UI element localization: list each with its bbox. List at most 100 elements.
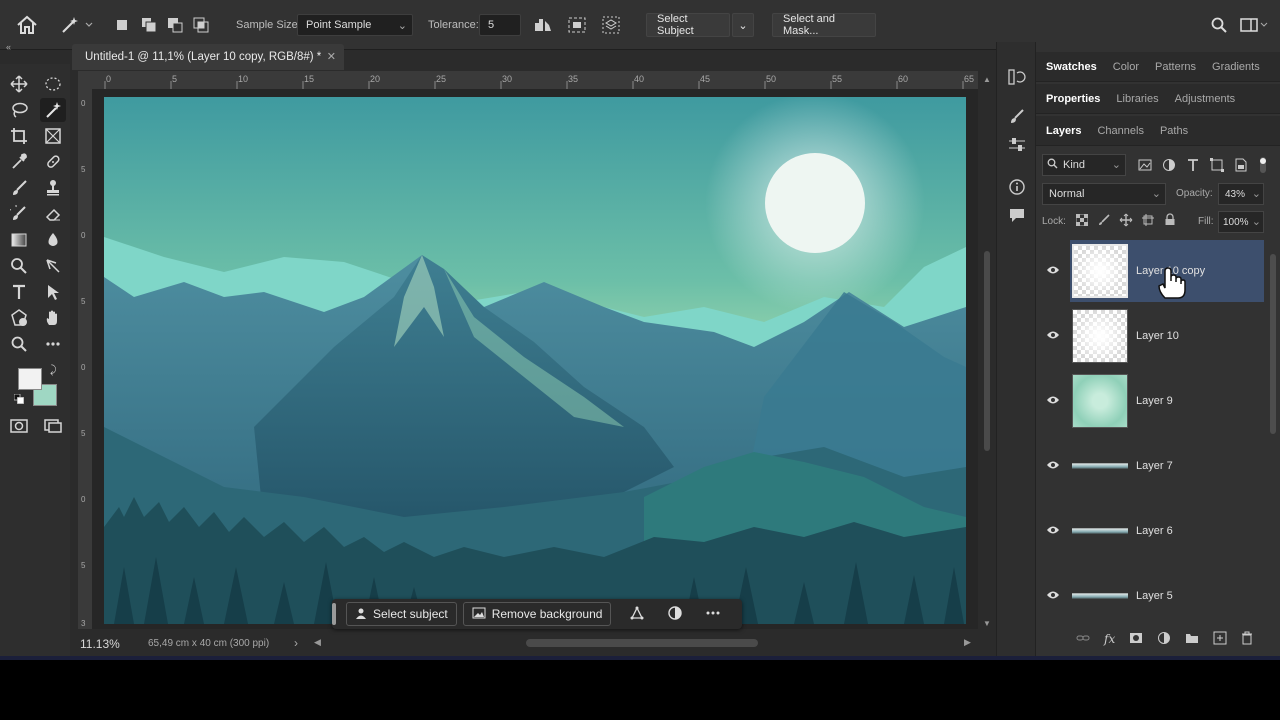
- eraser-tool-icon[interactable]: [40, 202, 66, 226]
- foreground-color-swatch[interactable]: [18, 368, 42, 390]
- adjustment-icon[interactable]: [667, 605, 683, 624]
- mountain-landscape-artwork[interactable]: [104, 97, 966, 624]
- layer-row-layer-10[interactable]: Layer 10: [1070, 305, 1264, 367]
- tab-gradients[interactable]: Gradients: [1212, 61, 1260, 73]
- layers-scroll-thumb[interactable]: [1270, 254, 1276, 434]
- search-icon[interactable]: [1210, 13, 1228, 37]
- layer-row-layer-6[interactable]: Layer 6: [1070, 500, 1264, 562]
- home-icon[interactable]: [16, 13, 38, 37]
- tab-adjustments[interactable]: Adjustments: [1175, 93, 1236, 105]
- intersect-selection-icon[interactable]: [192, 13, 210, 37]
- zoom-tool-icon[interactable]: [6, 332, 32, 356]
- spot-healing-brush-icon[interactable]: [40, 150, 66, 174]
- tab-properties[interactable]: Properties: [1046, 93, 1100, 105]
- history-brush-icon[interactable]: [6, 202, 32, 226]
- canvas-area[interactable]: [92, 89, 978, 629]
- hand-tool-icon[interactable]: [40, 306, 66, 330]
- new-selection-icon[interactable]: [114, 13, 130, 37]
- filter-smart-object-icon[interactable]: [1234, 158, 1248, 175]
- dodge-tool-icon[interactable]: [6, 254, 32, 278]
- link-layers-icon[interactable]: [1076, 632, 1090, 647]
- new-group-icon[interactable]: [1185, 632, 1199, 647]
- new-layer-icon[interactable]: [1213, 631, 1227, 648]
- magic-wand-tool-preset-icon[interactable]: [60, 13, 94, 37]
- layer-row-layer-7[interactable]: Layer 7: [1070, 435, 1264, 497]
- lock-all-icon[interactable]: [1164, 213, 1176, 229]
- path-selection-icon[interactable]: [40, 280, 66, 304]
- blur-tool-icon[interactable]: [40, 228, 66, 252]
- layer-row-layer-9[interactable]: Layer 9: [1070, 370, 1264, 432]
- new-adjustment-layer-icon[interactable]: [1157, 631, 1171, 648]
- scroll-down-icon[interactable]: ▼: [983, 619, 991, 628]
- filter-adjustment-icon[interactable]: [1162, 158, 1176, 175]
- blend-mode-dropdown[interactable]: Normal ⌄: [1042, 183, 1166, 205]
- pen-tool-icon[interactable]: [40, 254, 66, 278]
- remove-background-button[interactable]: Remove background: [462, 602, 612, 626]
- anti-alias-icon[interactable]: [533, 13, 553, 37]
- document-tab[interactable]: Untitled-1 @ 11,1% (Layer 10 copy, RGB/8…: [72, 44, 344, 70]
- type-tool-icon[interactable]: [6, 280, 32, 304]
- screen-mode-icon[interactable]: [40, 414, 66, 438]
- scroll-up-icon[interactable]: ▲: [983, 75, 991, 84]
- horizontal-scrollbar[interactable]: [330, 636, 970, 650]
- comments-icon[interactable]: [1007, 206, 1027, 227]
- visibility-eye-icon[interactable]: [1046, 590, 1060, 603]
- tab-libraries[interactable]: Libraries: [1116, 93, 1158, 105]
- brush-settings-icon[interactable]: [1007, 108, 1027, 129]
- visibility-eye-icon[interactable]: [1046, 330, 1060, 343]
- default-colors-icon[interactable]: [13, 393, 24, 404]
- more-options-icon[interactable]: [705, 605, 721, 624]
- elliptical-marquee-icon[interactable]: [40, 72, 66, 96]
- lock-transparent-icon[interactable]: [1075, 213, 1089, 229]
- status-expand-icon[interactable]: ›: [294, 636, 298, 650]
- collapse-toolbar-icon[interactable]: «: [6, 42, 11, 52]
- layers-scrollbar[interactable]: [1268, 240, 1278, 630]
- select-subject-dropdown[interactable]: ⌄: [732, 13, 754, 37]
- workspace-icon[interactable]: [1240, 13, 1268, 37]
- layer-style-fx-icon[interactable]: fx: [1104, 632, 1115, 646]
- tab-patterns[interactable]: Patterns: [1155, 61, 1196, 73]
- lock-artboard-icon[interactable]: [1142, 214, 1154, 229]
- move-tool-icon[interactable]: [6, 72, 32, 96]
- delete-layer-icon[interactable]: [1241, 631, 1253, 648]
- tab-paths[interactable]: Paths: [1160, 125, 1188, 137]
- subtract-from-selection-icon[interactable]: [166, 13, 184, 37]
- sample-all-layers-icon[interactable]: [600, 13, 622, 37]
- add-to-selection-icon[interactable]: [140, 13, 158, 37]
- magic-wand-tool-icon[interactable]: [40, 98, 66, 122]
- close-icon[interactable]: ✕: [327, 50, 336, 63]
- filter-pixel-icon[interactable]: [1138, 158, 1152, 175]
- tab-layers[interactable]: Layers: [1046, 125, 1081, 137]
- eyedropper-tool-icon[interactable]: [6, 150, 32, 174]
- adjustments-sliders-icon[interactable]: [1007, 136, 1027, 157]
- quick-mask-icon[interactable]: [6, 414, 32, 438]
- visibility-eye-icon[interactable]: [1046, 460, 1060, 473]
- frame-tool-icon[interactable]: [40, 124, 66, 148]
- vertical-scrollbar[interactable]: ▲ ▼: [980, 71, 994, 631]
- scroll-left-icon[interactable]: ◀: [314, 637, 321, 648]
- visibility-eye-icon[interactable]: [1046, 525, 1060, 538]
- lasso-tool-icon[interactable]: [6, 98, 32, 122]
- history-panel-icon[interactable]: [1007, 68, 1027, 89]
- lock-pixels-icon[interactable]: [1098, 214, 1110, 229]
- add-mask-icon[interactable]: [1129, 632, 1143, 647]
- tolerance-input[interactable]: 5: [479, 13, 521, 37]
- lock-position-icon[interactable]: [1119, 213, 1133, 230]
- visibility-eye-icon[interactable]: [1046, 395, 1060, 408]
- tab-swatches[interactable]: Swatches: [1046, 61, 1097, 73]
- contiguous-icon[interactable]: [566, 13, 588, 37]
- swap-colors-icon[interactable]: ⤸: [50, 364, 57, 377]
- visibility-eye-icon[interactable]: [1046, 265, 1060, 278]
- zoom-level[interactable]: 11.13%: [80, 637, 120, 651]
- layer-filter-dropdown[interactable]: Kind ⌄: [1042, 154, 1126, 176]
- horizontal-scroll-thumb[interactable]: [526, 639, 758, 647]
- select-subject-task-button[interactable]: Select subject: [346, 602, 457, 626]
- crop-tool-icon[interactable]: [6, 124, 32, 148]
- fill-input[interactable]: 100% ⌄: [1218, 211, 1264, 233]
- vertical-scroll-thumb[interactable]: [984, 251, 990, 451]
- tab-color[interactable]: Color: [1113, 61, 1139, 73]
- transform-icon[interactable]: [629, 605, 645, 624]
- filter-toggle-icon[interactable]: [1258, 156, 1268, 177]
- sample-size-dropdown[interactable]: Point Sample ⌄: [297, 13, 413, 37]
- filter-type-icon[interactable]: [1186, 158, 1200, 175]
